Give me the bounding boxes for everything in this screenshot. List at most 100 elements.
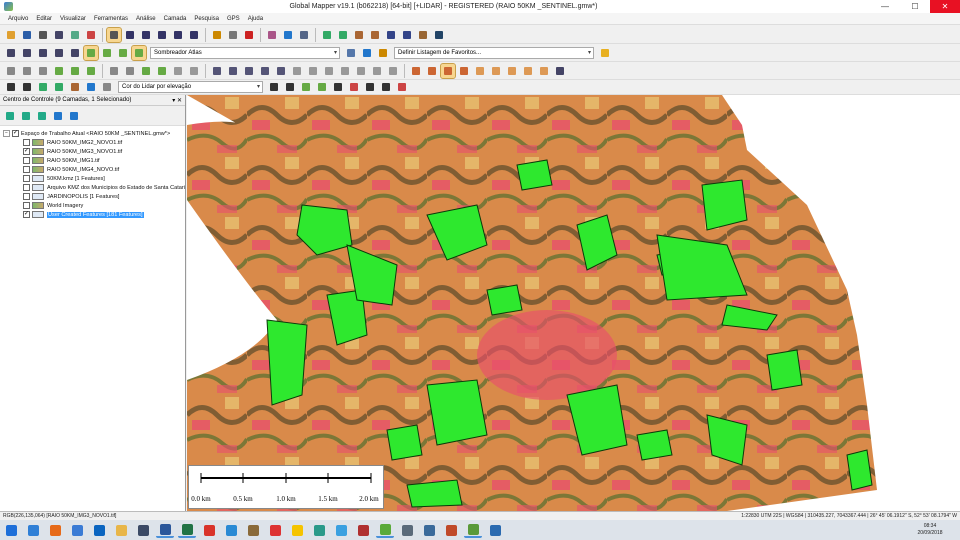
info-icon[interactable] <box>281 28 295 42</box>
explorer-taskbar-item[interactable] <box>112 522 130 538</box>
firefox-taskbar-item[interactable] <box>46 522 64 538</box>
terrain-icon[interactable] <box>320 28 334 42</box>
grid-icon[interactable] <box>4 46 18 60</box>
line-tool-icon[interactable] <box>290 64 304 78</box>
lidar-class-icon[interactable] <box>267 80 281 94</box>
plane-icon[interactable] <box>432 28 446 42</box>
layer-add-icon[interactable] <box>19 109 33 123</box>
lidar-clear-icon[interactable] <box>395 80 409 94</box>
globe-view-icon[interactable] <box>360 46 374 60</box>
checkbox[interactable] <box>23 157 30 164</box>
lidar-mountain-icon[interactable] <box>20 80 34 94</box>
check-icon[interactable] <box>171 64 185 78</box>
panel-pin-close[interactable]: ▾ ✕ <box>172 97 182 104</box>
pin-add-icon[interactable] <box>425 64 439 78</box>
globe-taskbar-item[interactable] <box>68 522 86 538</box>
slope-icon[interactable] <box>131 44 147 61</box>
delete-icon[interactable] <box>242 28 256 42</box>
global-mapper-taskbar-item[interactable] <box>464 522 482 538</box>
layer-icon[interactable] <box>68 28 82 42</box>
pin-move-icon[interactable] <box>457 64 471 78</box>
checkbox[interactable] <box>23 202 30 209</box>
lidar-veg-icon[interactable] <box>315 80 329 94</box>
lidar-grid-icon[interactable] <box>379 80 393 94</box>
measure-icon[interactable] <box>265 28 279 42</box>
snap-icon[interactable] <box>274 64 288 78</box>
layer-item[interactable]: 50KM.kmz [1 Features] <box>3 174 185 183</box>
layer-zoom-icon[interactable] <box>67 109 81 123</box>
select-icon[interactable] <box>36 46 50 60</box>
system-clock[interactable]: 08:34 20/09/2018 <box>900 523 960 537</box>
shader-icon[interactable] <box>83 44 99 61</box>
pin-style-icon[interactable] <box>473 64 487 78</box>
draw-area-icon[interactable] <box>36 64 50 78</box>
map-canvas[interactable] <box>187 95 960 511</box>
layer-metadata-icon[interactable] <box>51 109 65 123</box>
checkbox[interactable] <box>23 175 30 182</box>
lidar-water-icon[interactable] <box>84 80 98 94</box>
excel-taskbar-item[interactable] <box>178 522 196 538</box>
menu-pesquisa[interactable]: Pesquisa <box>190 16 223 22</box>
star-icon[interactable] <box>598 46 612 60</box>
move-vertex-icon[interactable] <box>226 64 240 78</box>
edit-pencil-icon[interactable] <box>210 28 224 42</box>
pin-find-icon[interactable] <box>521 64 535 78</box>
stats-taskbar-item[interactable] <box>354 522 372 538</box>
media-taskbar-item[interactable] <box>134 522 152 538</box>
lidar-forest-icon[interactable] <box>52 80 66 94</box>
digitizer-icon[interactable] <box>20 46 34 60</box>
layer-options-icon[interactable] <box>3 109 17 123</box>
start-button[interactable] <box>2 522 20 538</box>
layer-item[interactable]: World Imagery <box>3 201 185 210</box>
scale-feature-icon[interactable] <box>258 64 272 78</box>
menu-arquivo[interactable]: Arquivo <box>4 16 32 22</box>
tool-taskbar-item[interactable] <box>420 522 438 538</box>
pan-tool-icon[interactable] <box>106 26 122 43</box>
ruler-icon[interactable] <box>386 64 400 78</box>
favorites-list-icon[interactable] <box>376 46 390 60</box>
menu-visualizar[interactable]: Visualizar <box>56 16 90 22</box>
menu-ajuda[interactable]: Ajuda <box>244 16 267 22</box>
join-line-icon[interactable] <box>322 64 336 78</box>
gm-plugin-taskbar-item[interactable] <box>442 522 460 538</box>
outlook-taskbar-item[interactable] <box>90 522 108 538</box>
save-icon[interactable] <box>36 28 50 42</box>
menu-gps[interactable]: GPS <box>223 16 244 22</box>
photos-taskbar-item[interactable] <box>398 522 416 538</box>
checkbox[interactable] <box>23 139 30 146</box>
collapse-icon[interactable]: − <box>3 130 10 137</box>
workspace-node[interactable]: − ✓ Espaço de Trabalho Atual <RAIO 50KM … <box>3 129 185 138</box>
acrobat-taskbar-item[interactable] <box>200 522 218 538</box>
edge-taskbar-item[interactable] <box>24 522 42 538</box>
menu-ferramentas[interactable]: Ferramentas <box>90 16 132 22</box>
feature-info-icon[interactable] <box>297 28 311 42</box>
layer-item-selected[interactable]: ✓ User Created Features [181 Features] <box>3 210 185 219</box>
word-taskbar-item[interactable] <box>156 522 174 538</box>
map-taskbar-item[interactable] <box>310 522 328 538</box>
offset-icon[interactable] <box>370 64 384 78</box>
add-vertex-icon[interactable] <box>123 64 137 78</box>
layer-item[interactable]: RAIO 50KM_IMG1.tif <box>3 156 185 165</box>
profile-icon[interactable] <box>352 28 366 42</box>
draw-polygon-icon[interactable] <box>52 64 66 78</box>
draw-line-icon[interactable] <box>4 64 18 78</box>
close-button[interactable]: ✕ <box>930 0 960 13</box>
maximize-button[interactable]: ☐ <box>900 0 930 13</box>
checkbox[interactable] <box>23 184 30 191</box>
network-taskbar-item[interactable] <box>222 522 240 538</box>
pin-icon[interactable] <box>409 64 423 78</box>
buffer-icon[interactable] <box>354 64 368 78</box>
layer-item[interactable]: RAIO 50KM_IMG4_NOVO.tif <box>3 165 185 174</box>
layer-item[interactable]: JARDINOPOLIS [1 Features] <box>3 192 185 201</box>
volume-icon[interactable] <box>368 28 382 42</box>
export-icon[interactable] <box>52 28 66 42</box>
menu-analise[interactable]: Análise <box>132 16 160 22</box>
pokeball-taskbar-item[interactable] <box>266 522 284 538</box>
layer-item[interactable]: Arquivo KMZ dos Municipios do Estado de … <box>3 183 185 192</box>
pin-label-icon[interactable] <box>489 64 503 78</box>
screen-icon[interactable] <box>553 64 567 78</box>
lidar-color-select[interactable]: Cor do Lidar por elevação ▾ <box>118 81 263 93</box>
minimize-button[interactable]: — <box>870 0 900 13</box>
chess-taskbar-item[interactable] <box>244 522 262 538</box>
split-icon[interactable] <box>139 64 153 78</box>
